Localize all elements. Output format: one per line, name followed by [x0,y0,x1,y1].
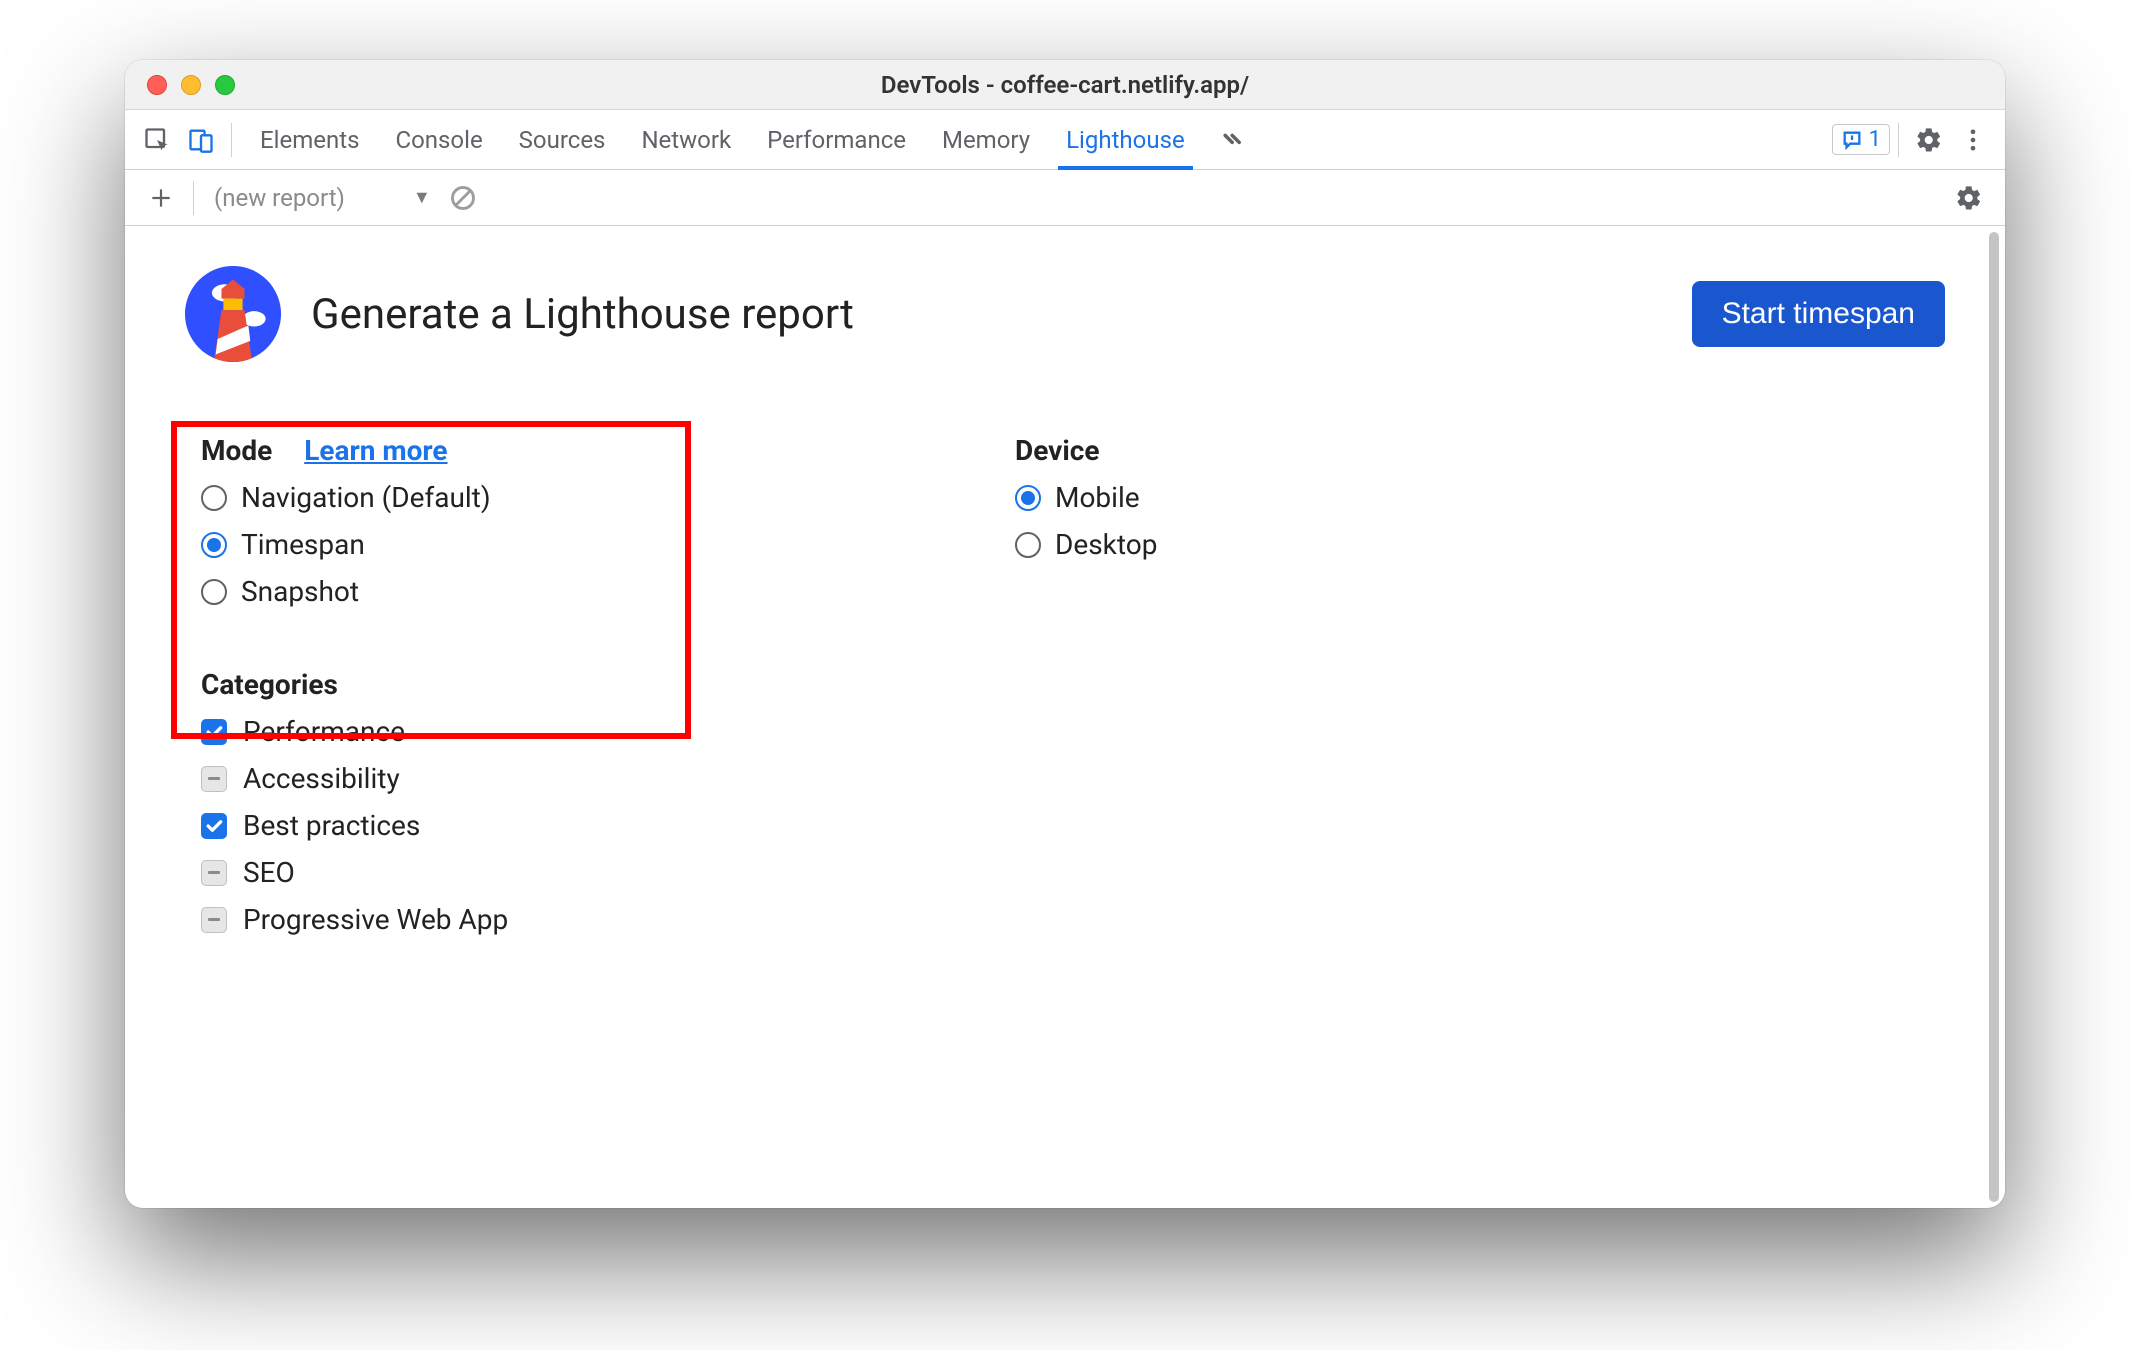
issues-badge[interactable]: 1 [1832,124,1890,155]
devtools-window: DevTools - coffee-cart.netlify.app/ Elem… [125,60,2005,1208]
category-label: Accessibility [243,762,400,795]
mode-option-label: Timespan [241,528,365,561]
category-checkbox-accessibility[interactable] [201,766,227,792]
lighthouse-panel: Generate a Lighthouse report Start times… [125,226,2005,1208]
window-controls [147,75,235,95]
mode-radio-snapshot[interactable] [201,579,227,605]
category-checkbox-seo[interactable] [201,860,227,886]
lighthouse-logo-icon [185,266,281,362]
device-radio-desktop[interactable] [1015,532,1041,558]
mode-section-title: Mode [201,434,272,467]
learn-more-link[interactable]: Learn more [304,434,447,467]
category-checkbox-pwa[interactable] [201,907,227,933]
new-report-plus-icon[interactable] [139,176,183,220]
vertical-scrollbar[interactable] [1987,232,2001,1202]
categories-section-title: Categories [201,668,1945,701]
category-label: Performance [243,715,405,748]
tab-elements[interactable]: Elements [260,110,359,169]
chevron-down-icon: ▼ [413,187,431,208]
mode-radio-navigation[interactable] [201,485,227,511]
tab-console[interactable]: Console [395,110,482,169]
settings-gear-icon[interactable] [1907,118,1951,162]
scrollbar-thumb[interactable] [1989,232,1999,1202]
report-selector-dropdown[interactable]: (new report) ▼ [214,184,431,212]
device-radio-mobile[interactable] [1015,485,1041,511]
category-checkbox-best-practices[interactable] [201,813,227,839]
page-title: Generate a Lighthouse report [311,290,1662,339]
issues-count: 1 [1869,127,1881,152]
device-toggle-icon[interactable] [179,118,223,162]
mode-radio-timespan[interactable] [201,532,227,558]
tab-lighthouse[interactable]: Lighthouse [1066,110,1185,169]
device-option-label: Mobile [1055,481,1140,514]
category-label: SEO [243,856,295,889]
category-label: Best practices [243,809,420,842]
category-label: Progressive Web App [243,903,508,936]
lighthouse-settings-gear-icon[interactable] [1947,176,1991,220]
devtools-tabs: Elements Console Sources Network Perform… [260,110,1185,169]
start-timespan-button[interactable]: Start timespan [1692,281,1945,347]
report-selector-label: (new report) [214,184,345,212]
titlebar: DevTools - coffee-cart.netlify.app/ [125,60,2005,110]
tab-memory[interactable]: Memory [942,110,1030,169]
tab-sources[interactable]: Sources [519,110,606,169]
mode-option-label: Snapshot [241,575,359,608]
close-window-button[interactable] [147,75,167,95]
clear-report-icon[interactable] [441,176,485,220]
mode-option-label: Navigation (Default) [241,481,491,514]
zoom-window-button[interactable] [215,75,235,95]
inspect-element-icon[interactable] [135,118,179,162]
category-checkbox-performance[interactable] [201,719,227,745]
more-tabs-icon[interactable] [1209,118,1253,162]
device-option-label: Desktop [1055,528,1157,561]
tab-performance[interactable]: Performance [767,110,906,169]
kebab-menu-icon[interactable] [1951,118,1995,162]
lighthouse-toolbar: (new report) ▼ [125,170,2005,226]
window-title: DevTools - coffee-cart.netlify.app/ [125,71,2005,99]
devtools-tab-strip: Elements Console Sources Network Perform… [125,110,2005,170]
tab-network[interactable]: Network [641,110,731,169]
device-section-title: Device [1015,434,1099,467]
minimize-window-button[interactable] [181,75,201,95]
